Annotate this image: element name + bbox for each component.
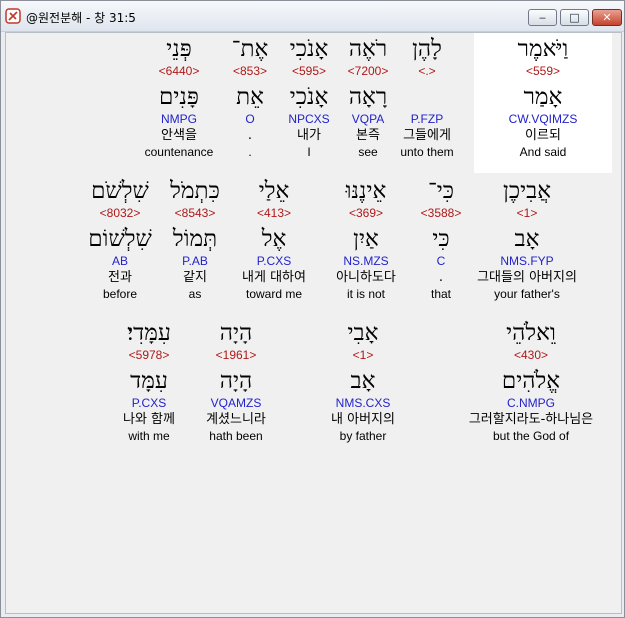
korean-gloss: 안색을 (161, 128, 197, 143)
word-cell[interactable]: שִׁלְשֹׁם <8032> שִׁלְשׁוֹם AB 전과 before (40, 177, 200, 302)
minimize-button[interactable]: ‒ (528, 9, 557, 26)
word-cell[interactable]: פְּנֵי <6440> פָּנִים NMPG 안색을 countenance (99, 35, 259, 160)
hebrew-word: וֵאלֹהֵי (506, 320, 556, 346)
korean-gloss: 전과 (108, 270, 132, 285)
maximize-button[interactable]: □ (560, 9, 589, 26)
app-logo-icon (5, 8, 21, 24)
verse-analysis-panel: וַיֹּאמֶר <559> אָמַר CW.VQIMZS 이르되 And said ל… (5, 32, 622, 614)
parsing-code: AB (111, 254, 128, 268)
korean-gloss: 그러할지라도-하나님은 (468, 412, 594, 427)
english-gloss: but the God of (492, 429, 570, 443)
title-bar[interactable]: @원전분해 - 창 31:5 ‒ □ ✕ (1, 1, 624, 32)
parsing-code: C.NMPG (507, 396, 555, 410)
hebrew-word: שִׁלְשֹׁם (91, 178, 149, 204)
lemma-word: עִמָּד (130, 368, 168, 394)
strong-number: <8032> (99, 206, 141, 220)
parsing-code: P.CXS (131, 396, 167, 410)
lemma-word: שִׁלְשׁוֹם (88, 226, 152, 252)
word-cell[interactable]: עִמָּדִי׃ <5978> עִמָּד P.CXS 나와 함께 with me (69, 319, 229, 444)
english-gloss: before (102, 287, 138, 301)
window-title: @원전분해 - 창 31:5 (26, 11, 136, 25)
strong-number: <5978> (128, 348, 170, 362)
english-gloss: with me (128, 429, 170, 443)
lemma-word: פָּנִים (159, 84, 199, 110)
app-window: @원전분해 - 창 31:5 ‒ □ ✕ וַיֹּאמֶר <559> אָמַר… (0, 0, 625, 618)
hebrew-word: עִמָּדִי׃ (127, 320, 171, 346)
strong-number: <6440> (158, 64, 200, 78)
strong-number: <430> (513, 348, 549, 362)
english-gloss: countenance (144, 145, 214, 159)
word-cell[interactable]: וֵאלֹהֵי <430> אֱלֹהִים C.NMPG 그러할지라도-하나님은 bu… (451, 319, 611, 444)
korean-gloss: 나와 함께 (123, 412, 175, 427)
lemma-word: אֱלֹהִים (501, 368, 561, 394)
hebrew-word: פְּנֵי (166, 36, 192, 62)
close-button[interactable]: ✕ (592, 9, 622, 26)
parsing-code: NMPG (161, 112, 197, 126)
